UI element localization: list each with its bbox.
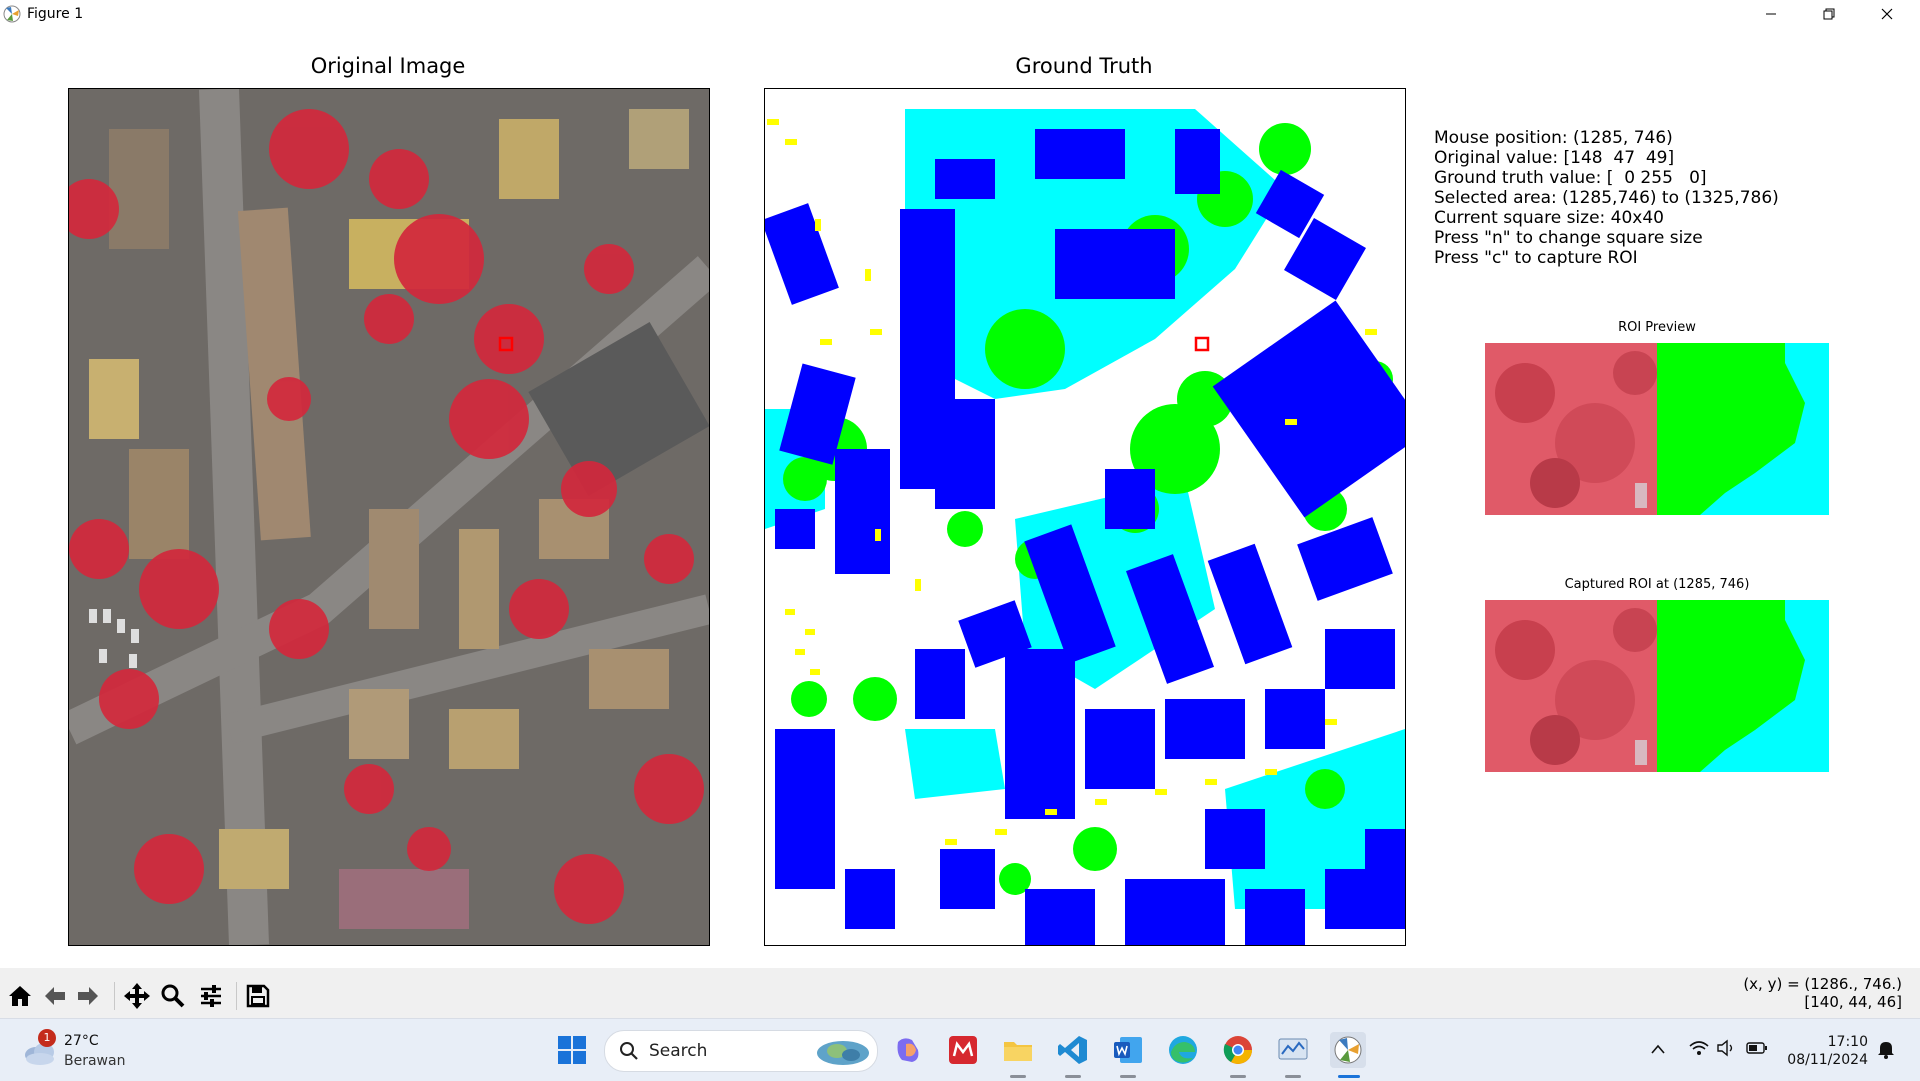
restore-icon [1823,8,1835,20]
word-icon [1114,1037,1142,1063]
file-explorer-app[interactable] [1000,1032,1036,1068]
roi-preview-render [1485,343,1829,515]
save-icon [246,984,270,1008]
sliders-icon [201,985,221,1007]
search-label: Search [649,1041,708,1061]
matplotlib-icon [1334,1036,1362,1064]
zoom-icon [161,984,185,1008]
configure-subplots-button[interactable] [196,981,226,1011]
forward-button[interactable] [73,981,103,1011]
back-button[interactable] [40,981,70,1011]
edge-app[interactable] [1165,1032,1201,1068]
weather-widget[interactable]: 1 27°C Berawan [20,1029,170,1073]
start-button[interactable] [554,1032,590,1068]
weather-temperature: 27°C [64,1033,99,1049]
info-panel: Mouse position: (1285, 746) Original val… [1434,128,1779,268]
ground-truth-value-text: Ground truth value: [ 0 255 0] [1434,168,1707,188]
folder-icon [1004,1042,1032,1061]
pan-button[interactable] [122,981,152,1011]
matplotlib-active-indicator [1338,1075,1360,1078]
captured-roi-image [1485,600,1829,772]
close-icon [1881,8,1893,20]
taskbar-search[interactable]: Search [604,1030,878,1072]
press-n-hint: Press "n" to change square size [1434,228,1703,248]
ground-truth-image[interactable] [764,88,1406,946]
weather-condition: Berawan [64,1053,126,1069]
title-bar: Figure 1 [0,0,1920,29]
selected-area-text: Selected area: (1285,746) to (1325,786) [1434,188,1779,208]
windows-icon [558,1036,586,1064]
search-highlight-icon [817,1041,869,1065]
zoom-button[interactable] [158,981,188,1011]
original-image[interactable] [68,88,710,946]
toolbar-separator [114,982,115,1010]
home-button[interactable] [5,981,35,1011]
word-app[interactable] [1110,1032,1146,1068]
notification-badge: 1 [38,1029,56,1047]
minimize-button[interactable] [1742,0,1800,28]
mendeley-icon [949,1036,977,1064]
cursor-pixel-value-text: [140, 44, 46] [1804,993,1902,1011]
roi-preview-title: ROI Preview [1618,320,1696,335]
cursor-xy-text: (x, y) = (1286., 746.) [1743,975,1902,993]
arrow-right-icon [78,987,98,1005]
square-size-text: Current square size: 40x40 [1434,208,1664,228]
ground-truth-render [765,89,1405,945]
edge-icon [1169,1036,1197,1064]
original-value-text: Original value: [148 47 49] [1434,148,1675,168]
roi-preview-image [1485,343,1829,515]
clock-date: 08/11/2024 [1787,1052,1868,1068]
word-running-indicator [1120,1075,1136,1078]
speaker-icon[interactable] [1716,1039,1738,1057]
wifi-icon[interactable] [1688,1039,1710,1057]
chrome-running-indicator [1230,1075,1246,1078]
minimize-icon [1766,13,1776,15]
vscode-running-indicator [1065,1075,1081,1078]
window-title: Figure 1 [27,6,84,22]
restore-button[interactable] [1800,0,1858,28]
mendeley-app[interactable] [945,1032,981,1068]
chrome-app[interactable] [1220,1032,1256,1068]
original-image-render [69,89,709,945]
search-icon [620,1042,638,1060]
notification-bell-icon[interactable] [1876,1039,1896,1059]
chrome-icon [1223,1036,1252,1064]
clock[interactable]: 17:10 08/11/2024 [1787,1033,1868,1069]
monitor-app[interactable] [1275,1032,1311,1068]
chevron-up-icon[interactable] [1650,1043,1666,1055]
original-image-title: Original Image [310,54,466,78]
matplotlib-figure-app[interactable] [1330,1032,1366,1068]
file-explorer-running-indicator [1010,1075,1026,1078]
taskbar: 1 27°C Berawan Search 17:10 08/11/2024 [0,1018,1920,1081]
vscode-icon [1058,1036,1087,1064]
move-icon [124,983,150,1009]
home-icon [9,986,31,1006]
chart-app-icon [1278,1038,1308,1060]
cursor-coordinates: (x, y) = (1286., 746.) [140, 44, 46] [1743,975,1902,1011]
vscode-app[interactable] [1055,1032,1091,1068]
clock-time: 17:10 [1827,1034,1868,1050]
battery-icon[interactable] [1746,1040,1768,1056]
matplotlib-app-icon [3,5,21,23]
monitor-running-indicator [1285,1075,1301,1078]
ground-truth-title: Ground Truth [1015,54,1153,78]
close-button[interactable] [1858,0,1916,28]
toolbar-separator-2 [236,982,237,1010]
mouse-position-text: Mouse position: (1285, 746) [1434,128,1673,148]
figure-canvas[interactable]: Original Image Ground Truth Mouse positi… [0,28,1920,968]
save-button[interactable] [243,981,273,1011]
captured-roi-title: Captured ROI at (1285, 746) [1564,577,1750,592]
copilot-icon [897,1038,919,1062]
press-c-hint: Press "c" to capture ROI [1434,248,1638,268]
copilot-app[interactable] [890,1032,926,1068]
matplotlib-toolbar: (x, y) = (1286., 746.) [140, 44, 46] [0,968,1920,1018]
captured-roi-render [1485,600,1829,772]
arrow-left-icon [45,987,65,1005]
